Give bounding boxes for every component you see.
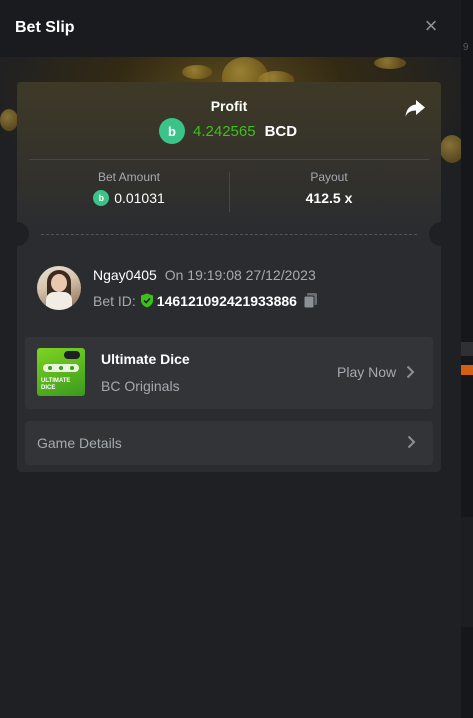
bet-slip-header: Bet Slip × xyxy=(0,0,461,57)
game-row[interactable]: ULTIMATE DICE Ultimate Dice BC Originals… xyxy=(25,337,433,409)
thumbnail-dot xyxy=(48,366,52,370)
bet-amount-stat: Bet Amount b 0.01031 xyxy=(29,170,229,206)
bet-id-label: Bet ID: xyxy=(93,292,136,309)
coin-decoration xyxy=(0,109,18,131)
play-now-button[interactable]: Play Now xyxy=(337,364,415,380)
thumbnail-dot xyxy=(70,366,74,370)
bet-slip-panel: Bet Slip × Profit b 4.242565 BCD Bet Amo… xyxy=(0,0,461,718)
profit-value: 4.242565 xyxy=(193,122,256,140)
user-line: Ngay0405 On 19:19:08 27/12/2023 xyxy=(93,267,316,283)
bcd-coin-icon: b xyxy=(159,118,185,144)
ticket-notch xyxy=(429,222,441,246)
thumbnail-caption: ULTIMATE DICE xyxy=(41,378,71,391)
game-details-row[interactable]: Game Details xyxy=(25,421,433,465)
coin-decoration xyxy=(182,65,212,79)
username[interactable]: Ngay0405 xyxy=(93,267,157,283)
payout-label: Payout xyxy=(310,170,348,184)
game-thumbnail: ULTIMATE DICE xyxy=(37,348,85,396)
profit-row: b 4.242565 BCD xyxy=(159,118,297,144)
thumbnail-dot xyxy=(59,366,63,370)
avatar-face xyxy=(51,274,67,292)
divider xyxy=(29,159,429,160)
background-block xyxy=(461,517,473,627)
chevron-right-icon xyxy=(407,435,416,449)
avatar[interactable] xyxy=(37,266,81,310)
avatar-body xyxy=(46,292,72,310)
shield-check-icon xyxy=(140,293,153,308)
game-provider: BC Originals xyxy=(101,378,180,394)
profit-currency: BCD xyxy=(264,122,298,140)
thumbnail-tag xyxy=(64,351,80,359)
close-icon[interactable]: × xyxy=(420,15,442,37)
background-bar xyxy=(461,342,473,356)
game-details-label: Game Details xyxy=(37,435,122,451)
payout-stat: Payout 412.5 x xyxy=(229,170,429,206)
bcd-coin-icon: b xyxy=(93,190,110,206)
payout-value: 412.5 x xyxy=(305,190,353,206)
coin-decoration xyxy=(440,135,461,163)
bet-amount-value: 0.01031 xyxy=(114,190,165,206)
chevron-right-icon xyxy=(406,365,415,379)
coin-decoration xyxy=(374,57,406,69)
background-accent-bar xyxy=(461,365,473,375)
bet-id-value: 146121092421933886 xyxy=(156,292,297,309)
background-glyph: 9 xyxy=(463,42,469,53)
bet-amount-value-row: b 0.01031 xyxy=(29,190,229,206)
profit-label: Profit xyxy=(210,98,248,114)
share-icon[interactable] xyxy=(403,96,427,120)
dashed-divider xyxy=(41,234,417,235)
play-now-label: Play Now xyxy=(337,364,397,380)
bet-detail-card: Profit b 4.242565 BCD Bet Amount b 0.010… xyxy=(17,82,441,472)
bet-timestamp: On 19:19:08 27/12/2023 xyxy=(164,267,316,283)
panel-title: Bet Slip xyxy=(15,19,75,36)
bet-amount-label: Bet Amount xyxy=(97,170,161,184)
bet-id-line: Bet ID: 146121092421933886 xyxy=(93,292,318,309)
copy-icon[interactable] xyxy=(303,292,318,309)
background-page-strip: 9 xyxy=(461,0,473,718)
game-title: Ultimate Dice xyxy=(101,351,190,367)
